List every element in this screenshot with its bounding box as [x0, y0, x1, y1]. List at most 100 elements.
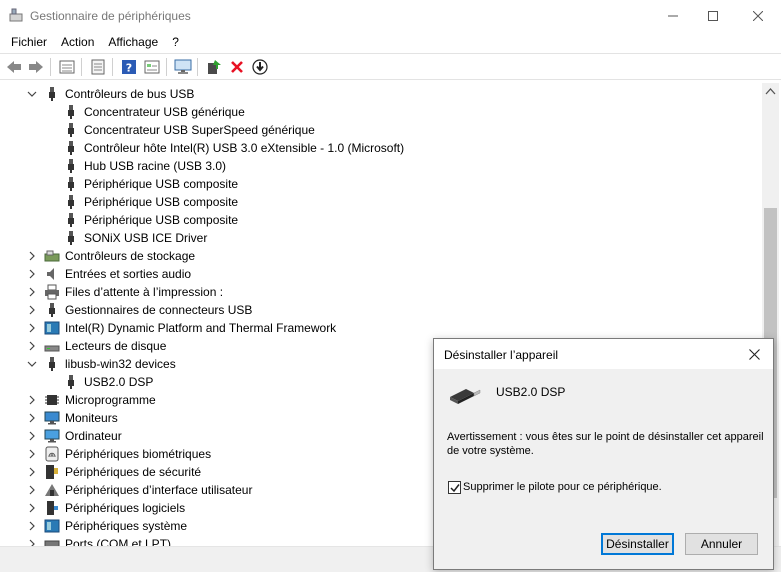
chevron-right-icon[interactable]: [27, 251, 37, 261]
tree-item-device[interactable]: Hub USB racine (USB 3.0): [0, 157, 760, 175]
chevron-right-icon[interactable]: [27, 413, 37, 423]
tree-item-audio-io[interactable]: Entrées et sorties audio: [0, 265, 760, 283]
tree-item-device[interactable]: Périphérique USB composite: [0, 193, 760, 211]
scan-hardware-button[interactable]: [174, 58, 192, 76]
speaker-icon: [47, 268, 54, 280]
tree-item-storage-controllers[interactable]: Contrôleurs de stockage: [0, 247, 760, 265]
tree-item-label: Périphériques biométriques: [65, 447, 212, 461]
chevron-right-icon[interactable]: [27, 503, 37, 513]
back-button[interactable]: [5, 58, 23, 76]
help-icon: ?: [122, 60, 136, 75]
tree-item-device[interactable]: Concentrateur USB SuperSpeed générique: [0, 121, 760, 139]
chevron-right-icon[interactable]: [27, 341, 37, 351]
tree-item-label: SONiX USB ICE Driver: [84, 231, 208, 245]
chevron-right-icon[interactable]: [27, 431, 37, 441]
toolbar-separator: [197, 58, 198, 76]
tree-item-label: Hub USB racine (USB 3.0): [84, 159, 227, 173]
maximize-button[interactable]: [690, 0, 736, 32]
checkmark-icon: [449, 483, 460, 492]
tree-item-device[interactable]: Contrôleur hôte Intel(R) USB 3.0 eXtensi…: [0, 139, 760, 157]
tree-item-label: Périphérique USB composite: [84, 177, 239, 191]
tree-item-label: Périphériques logiciels: [65, 501, 186, 515]
cancel-button[interactable]: Annuler: [685, 533, 758, 555]
storage-controller-icon: [44, 250, 60, 262]
chevron-right-icon[interactable]: [27, 395, 37, 405]
help-button[interactable]: ?: [120, 58, 138, 76]
port-icon: [44, 540, 60, 546]
tree-item-device[interactable]: Périphérique USB composite: [0, 211, 760, 229]
scroll-up-icon[interactable]: [765, 87, 776, 95]
disk-drive-icon: [44, 345, 60, 352]
dialog-title: Désinstaller l’appareil: [444, 348, 559, 362]
forward-arrow-icon: [29, 61, 43, 73]
tree-item-label: Contrôleurs de stockage: [65, 249, 196, 263]
chevron-right-icon[interactable]: [27, 539, 37, 546]
chevron-right-icon[interactable]: [27, 485, 37, 495]
toolbar: ?: [0, 53, 781, 80]
chevron-right-icon[interactable]: [27, 287, 37, 297]
chevron-right-icon[interactable]: [27, 467, 37, 477]
delete-driver-checkbox[interactable]: [448, 481, 461, 494]
chevron-right-icon[interactable]: [27, 269, 37, 279]
tree-item-label: Intel(R) Dynamic Platform and Thermal Fr…: [65, 321, 337, 335]
chevron-right-icon[interactable]: [27, 305, 37, 315]
tree-item-label: libusb-win32 devices: [65, 357, 176, 371]
menu-fichier[interactable]: Fichier: [4, 35, 54, 49]
tree-item-label: Gestionnaires de connecteurs USB: [65, 303, 253, 317]
software-device-icon: [47, 501, 58, 515]
chevron-right-icon[interactable]: [27, 449, 37, 459]
tree-item-device[interactable]: Périphérique USB composite: [0, 175, 760, 193]
usb-plug-icon: [68, 195, 74, 209]
tree-item-intel-dptf[interactable]: Intel(R) Dynamic Platform and Thermal Fr…: [0, 319, 760, 337]
device-manager-icon: [9, 8, 23, 22]
tree-item-label: Entrées et sorties audio: [65, 267, 192, 281]
window-title: Gestionnaire de périphériques: [30, 9, 191, 23]
tree-item-label: Files d’attente à l’impression :: [65, 285, 224, 299]
monitor-icon: [44, 411, 60, 425]
update-driver-button[interactable]: [205, 58, 223, 76]
uninstall-button[interactable]: [228, 58, 246, 76]
menu-bar: Fichier Action Affichage ?: [0, 32, 781, 52]
svg-text:?: ?: [126, 62, 132, 75]
security-device-icon: [46, 465, 58, 479]
menu-help[interactable]: ?: [165, 35, 186, 49]
chevron-down-icon[interactable]: [27, 359, 37, 369]
minimize-icon: [668, 15, 678, 17]
title-bar: Gestionnaire de périphériques: [0, 0, 781, 32]
forward-button[interactable]: [27, 58, 45, 76]
maximize-icon: [708, 11, 718, 21]
download-driver-button[interactable]: [251, 58, 269, 76]
dialog-close-button[interactable]: [740, 344, 768, 364]
properties-button[interactable]: [89, 58, 107, 76]
uninstall-confirm-button[interactable]: Désinstaller: [601, 533, 674, 555]
tree-item-label: USB2.0 DSP: [84, 375, 154, 389]
usb-device-icon: [450, 389, 481, 404]
hid-icon: [45, 484, 59, 496]
resource-view-button[interactable]: [143, 58, 161, 76]
tree-item-label: Concentrateur USB générique: [84, 105, 245, 119]
menu-action[interactable]: Action: [54, 35, 101, 49]
tree-item-label: Contrôleur hôte Intel(R) USB 3.0 eXtensi…: [84, 141, 405, 155]
tree-view-icon: [59, 60, 75, 74]
delete-driver-label[interactable]: Supprimer le pilote pour ce périphérique…: [463, 481, 662, 493]
tree-item-device[interactable]: Concentrateur USB générique: [0, 103, 760, 121]
close-icon: [753, 11, 763, 21]
chevron-right-icon[interactable]: [27, 323, 37, 333]
update-driver-icon: [208, 60, 221, 74]
tree-item-usb-connector-managers[interactable]: Gestionnaires de connecteurs USB: [0, 301, 760, 319]
tree-item-device[interactable]: SONiX USB ICE Driver: [0, 229, 760, 247]
chevron-down-icon[interactable]: [27, 89, 37, 99]
usb-plug-icon: [68, 159, 74, 173]
close-icon: [748, 348, 760, 360]
menu-affichage[interactable]: Affichage: [101, 35, 165, 49]
chevron-right-icon[interactable]: [27, 521, 37, 531]
usb-plug-icon: [49, 357, 55, 371]
tree-item-label: Ports (COM et LPT): [65, 537, 172, 546]
close-button[interactable]: [735, 0, 781, 32]
tree-item-print-queues[interactable]: Files d’attente à l’impression :: [0, 283, 760, 301]
dialog-warning-text: Avertissement : vous êtes sur le point d…: [447, 431, 764, 457]
usb-plug-icon: [68, 141, 74, 155]
uninstall-dialog: Désinstaller l’appareil USB2.0 DSP Avert…: [433, 338, 774, 570]
tree-view-button[interactable]: [58, 58, 76, 76]
tree-item-usb-controllers[interactable]: Contrôleurs de bus USB: [0, 85, 760, 103]
